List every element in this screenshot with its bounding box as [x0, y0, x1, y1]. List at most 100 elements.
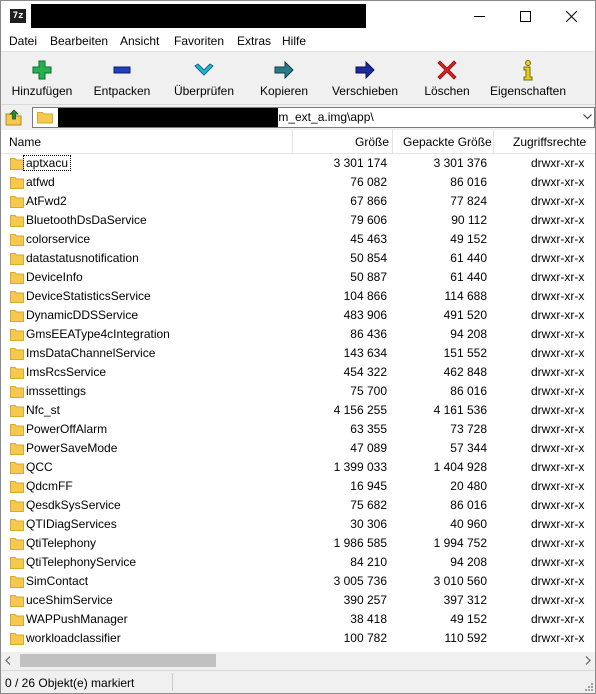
column-permissions[interactable]: Zugriffsrechte	[513, 135, 586, 149]
list-item[interactable]: WAPPushManager 38 418 49 152 drwxr-xr-x	[1, 610, 595, 629]
item-size: 16 945	[350, 479, 387, 493]
menu-extras[interactable]: Extras	[237, 34, 271, 48]
item-name: GmsEEAType4cIntegration	[26, 327, 170, 341]
column-packed-size[interactable]: Gepackte Größe	[403, 135, 492, 149]
resize-grip-icon[interactable]	[583, 681, 593, 691]
list-item[interactable]: SimContact 3 005 736 3 010 560 drwxr-xr-x	[1, 572, 595, 591]
horizontal-scrollbar[interactable]	[1, 652, 595, 669]
address-path-redacted	[58, 108, 278, 127]
folder-icon	[10, 272, 24, 284]
folder-icon	[10, 196, 24, 208]
list-item[interactable]: QdcmFF 16 945 20 480 drwxr-xr-x	[1, 477, 595, 496]
scroll-left-icon[interactable]	[5, 656, 11, 665]
folder-icon	[10, 538, 24, 550]
menu-bearbeiten[interactable]: Bearbeiten	[50, 34, 108, 48]
folder-icon	[10, 253, 24, 265]
menu-ansicht[interactable]: Ansicht	[120, 34, 159, 48]
list-item[interactable]: imssettings 75 700 86 016 drwxr-xr-x	[1, 382, 595, 401]
list-rows: aptxacu 3 301 174 3 301 376 drwxr-xr-x atfwd…	[1, 154, 595, 648]
menu-hilfe[interactable]: Hilfe	[282, 34, 306, 48]
item-name: DynamicDDSService	[26, 308, 139, 322]
chevron-down-icon[interactable]	[583, 114, 592, 120]
item-permissions: drwxr-xr-x	[531, 327, 585, 341]
item-packed-size: 94 208	[450, 327, 487, 341]
item-permissions: drwxr-xr-x	[531, 346, 585, 360]
list-item[interactable]: atfwd 76 082 86 016 drwxr-xr-x	[1, 173, 595, 192]
add-button[interactable]: Hinzufügen	[5, 55, 79, 101]
list-item[interactable]: uceShimService 390 257 397 312 drwxr-xr-x	[1, 591, 595, 610]
list-item[interactable]: colorservice 45 463 49 152 drwxr-xr-x	[1, 230, 595, 249]
scrollbar-thumb[interactable]	[20, 654, 216, 667]
list-item[interactable]: QTIDiagServices 30 306 40 960 drwxr-xr-x	[1, 515, 595, 534]
column-divider[interactable]	[292, 130, 293, 154]
list-item[interactable]: DynamicDDSService 483 906 491 520 drwxr-xr-…	[1, 306, 595, 325]
item-size: 63 355	[350, 422, 387, 436]
column-divider[interactable]	[392, 130, 393, 154]
item-size: 67 866	[350, 194, 387, 208]
item-permissions: drwxr-xr-x	[531, 441, 585, 455]
minimize-button[interactable]	[457, 1, 503, 31]
item-packed-size: 61 440	[450, 251, 487, 265]
item-size: 4 156 255	[333, 403, 387, 417]
move-button[interactable]: Verschieben	[327, 55, 403, 101]
column-name[interactable]: Name	[9, 135, 41, 149]
item-name: QTIDiagServices	[26, 517, 117, 531]
item-name: DeviceInfo	[26, 270, 83, 284]
list-item[interactable]: PowerSaveMode 47 089 57 344 drwxr-xr-x	[1, 439, 595, 458]
list-item[interactable]: Nfc_st 4 156 255 4 161 536 drwxr-xr-x	[1, 401, 595, 420]
item-name: ImsDataChannelService	[26, 346, 156, 360]
list-item[interactable]: QtiTelephony 1 986 585 1 994 752 drwxr-xr-x	[1, 534, 595, 553]
list-item[interactable]: PowerOffAlarm 63 355 73 728 drwxr-xr-x	[1, 420, 595, 439]
item-permissions: drwxr-xr-x	[531, 384, 585, 398]
list-item[interactable]: aptxacu 3 301 174 3 301 376 drwxr-xr-x	[1, 154, 595, 173]
item-name: PowerOffAlarm	[26, 422, 108, 436]
folder-icon	[10, 310, 24, 322]
add-label: Hinzufügen	[11, 84, 73, 98]
list-item[interactable]: workloadclassifier 100 782 110 592 drwxr-xr…	[1, 629, 595, 648]
list-item[interactable]: GmsEEAType4cIntegration 86 436 94 208 drwxr…	[1, 325, 595, 344]
menu-favoriten[interactable]: Favoriten	[174, 34, 224, 48]
extract-button[interactable]: Entpacken	[89, 55, 155, 101]
status-text: 0 / 26 Objekt(e) markiert	[5, 676, 135, 690]
item-permissions: drwxr-xr-x	[531, 612, 585, 626]
item-name: WAPPushManager	[26, 612, 128, 626]
item-size: 30 306	[350, 517, 387, 531]
item-size: 75 682	[350, 498, 387, 512]
list-item[interactable]: QtiTelephonyService 84 210 94 208 drwxr-xr-…	[1, 553, 595, 572]
column-divider[interactable]	[493, 130, 494, 154]
list-item[interactable]: DeviceStatisticsService 104 866 114 688 drw…	[1, 287, 595, 306]
menu-datei[interactable]: Datei	[9, 34, 37, 48]
item-name: QCC	[26, 460, 53, 474]
list-item[interactable]: AtFwd2 67 866 77 824 drwxr-xr-x	[1, 192, 595, 211]
list-item[interactable]: QCC 1 399 033 1 404 928 drwxr-xr-x	[1, 458, 595, 477]
list-item[interactable]: BluetoothDsDaService 79 606 90 112 drwxr-xr…	[1, 211, 595, 230]
up-folder-button[interactable]	[5, 108, 23, 126]
list-item[interactable]: ImsDataChannelService 143 634 151 552 drwxr…	[1, 344, 595, 363]
move-arrow-icon	[355, 60, 375, 80]
item-permissions: drwxr-xr-x	[531, 517, 585, 531]
item-permissions: drwxr-xr-x	[531, 422, 585, 436]
column-size[interactable]: Größe	[355, 135, 389, 149]
item-permissions: drwxr-xr-x	[531, 365, 585, 379]
copy-button[interactable]: Kopieren	[251, 55, 317, 101]
scroll-right-icon[interactable]	[585, 656, 591, 665]
item-name: uceShimService	[26, 593, 113, 607]
close-button[interactable]	[549, 1, 595, 31]
item-name: aptxacu	[22, 155, 72, 171]
item-name: datastatusnotification	[26, 251, 139, 265]
list-item[interactable]: datastatusnotification 50 854 61 440 drwxr-…	[1, 249, 595, 268]
x-icon	[437, 60, 457, 80]
list-item[interactable]: DeviceInfo 50 887 61 440 drwxr-xr-x	[1, 268, 595, 287]
list-item[interactable]: QesdkSysService 75 682 86 016 drwxr-xr-x	[1, 496, 595, 515]
list-item[interactable]: ImsRcsService 454 322 462 848 drwxr-xr-x	[1, 363, 595, 382]
maximize-button[interactable]	[503, 1, 549, 31]
item-packed-size: 3 301 376	[433, 156, 487, 170]
title-bar: 7z	[1, 1, 595, 31]
item-size: 50 887	[350, 270, 387, 284]
delete-button[interactable]: Löschen	[417, 55, 477, 101]
test-button[interactable]: Überprüfen	[167, 55, 241, 101]
address-field[interactable]: \system_ext_a.img\app\	[32, 107, 595, 128]
item-size: 86 436	[350, 327, 387, 341]
copy-label: Kopieren	[259, 84, 309, 98]
properties-button[interactable]: Eigenschaften	[487, 55, 569, 101]
